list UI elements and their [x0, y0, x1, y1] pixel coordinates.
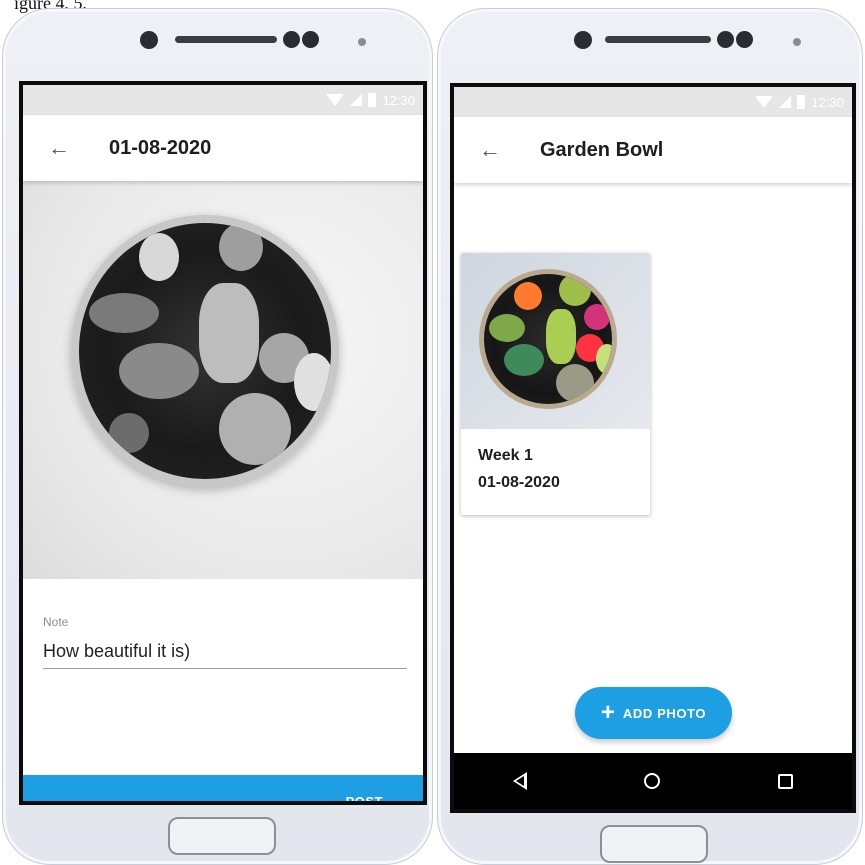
- sensor-dot: [736, 31, 753, 48]
- system-nav-bar: [454, 753, 852, 809]
- signal-icon: [779, 96, 792, 108]
- page-title: Garden Bowl: [540, 138, 664, 161]
- plant-shape: [199, 283, 259, 383]
- plant-photo-grayscale: [23, 181, 423, 579]
- plant-shape: [559, 274, 591, 306]
- photo-card[interactable]: Week 1 01-08-2020: [461, 253, 650, 515]
- status-time: 12:30: [382, 92, 415, 108]
- plus-icon: +: [600, 699, 615, 726]
- plant-shape: [89, 293, 159, 333]
- plant-shape: [119, 343, 199, 399]
- plant-shape: [139, 233, 179, 281]
- post-button[interactable]: POST: [23, 775, 423, 801]
- battery-icon: [797, 95, 806, 109]
- add-photo-button[interactable]: + ADD PHOTO: [575, 687, 732, 739]
- plant-shape: [546, 309, 576, 364]
- sensor-dot: [302, 31, 319, 48]
- sensor-dot: [283, 31, 300, 48]
- signal-icon: [350, 94, 363, 106]
- page-title: 01-08-2020: [109, 136, 212, 159]
- nav-back-icon[interactable]: [512, 772, 527, 790]
- screen-photo-detail: 12:30 ← 01-08-2020 Note POST: [19, 81, 427, 805]
- phone-frame-left: 12:30 ← 01-08-2020 Note POST: [2, 8, 433, 865]
- card-week-label: Week 1: [478, 447, 533, 464]
- note-label: Note: [43, 615, 69, 629]
- note-input[interactable]: [43, 635, 407, 669]
- screen-garden-bowl: 12:30 ← Garden Bowl Week 1 01-08-2020 + …: [450, 83, 856, 813]
- front-camera: [574, 31, 592, 49]
- pot-image: [479, 269, 617, 409]
- add-photo-label: ADD PHOTO: [622, 705, 707, 721]
- sensor-dot: [717, 31, 734, 48]
- status-bar: 12:30: [454, 87, 852, 117]
- plant-shape: [294, 353, 331, 411]
- phone-frame-right: 12:30 ← Garden Bowl Week 1 01-08-2020 + …: [437, 8, 863, 865]
- speaker-grille: [605, 36, 711, 43]
- proximity-sensor: [358, 38, 366, 46]
- plant-shape: [556, 364, 594, 402]
- speaker-grille: [175, 36, 277, 43]
- plant-shape: [596, 344, 612, 374]
- nav-home-icon[interactable]: [644, 773, 661, 789]
- plant-shape: [109, 413, 149, 453]
- home-button: [168, 817, 276, 855]
- battery-icon: [368, 93, 377, 107]
- wifi-icon: [755, 96, 774, 108]
- post-button-label: POST: [345, 794, 383, 805]
- status-time: 12:30: [811, 94, 844, 110]
- card-photo: [461, 253, 650, 429]
- pot-image: [71, 215, 339, 487]
- front-camera: [140, 31, 158, 49]
- status-bar: 12:30: [23, 85, 423, 115]
- proximity-sensor: [793, 38, 801, 46]
- plant-shape: [219, 393, 291, 465]
- home-button: [600, 825, 708, 863]
- app-bar: ← Garden Bowl: [454, 117, 852, 183]
- plant-shape: [514, 282, 542, 310]
- app-bar: ← 01-08-2020: [23, 115, 423, 181]
- back-arrow-icon[interactable]: ←: [39, 135, 79, 161]
- card-date-label: 01-08-2020: [478, 474, 560, 491]
- plant-shape: [489, 314, 525, 342]
- nav-recents-icon[interactable]: [778, 773, 794, 789]
- plant-shape: [219, 223, 263, 271]
- wifi-icon: [326, 94, 345, 106]
- plant-shape: [584, 304, 610, 330]
- plant-shape: [504, 344, 544, 376]
- back-arrow-icon[interactable]: ←: [470, 137, 510, 163]
